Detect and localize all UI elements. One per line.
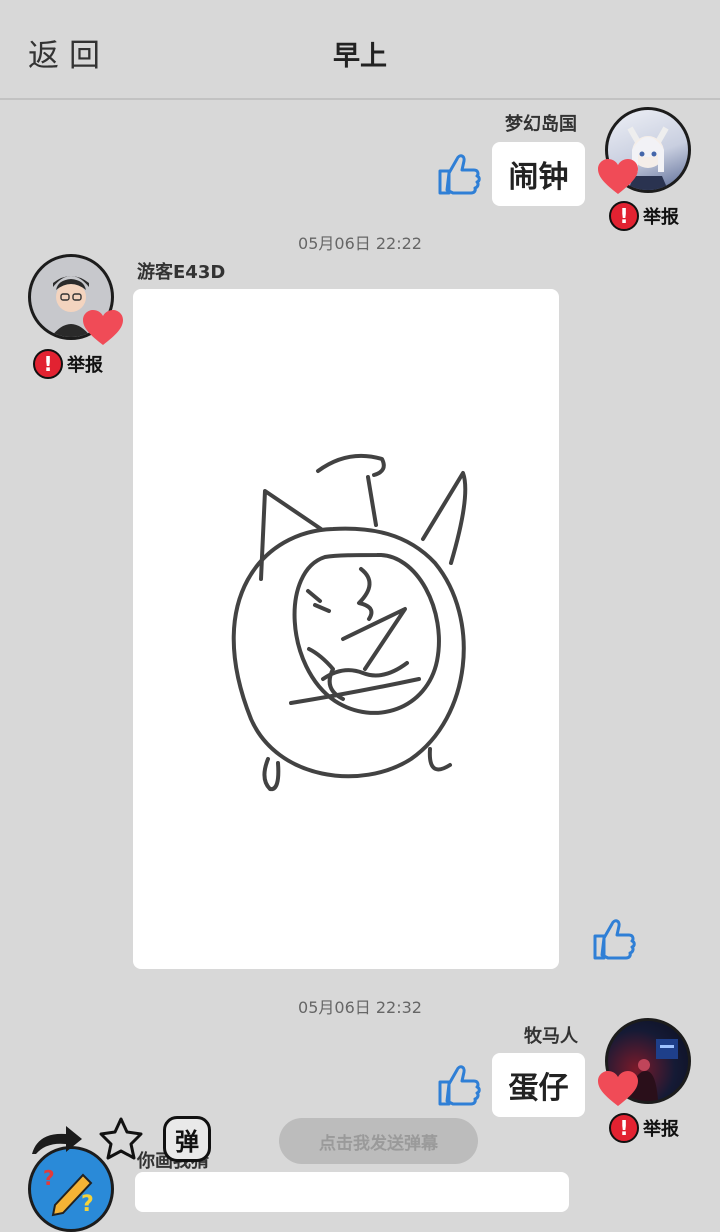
report-button[interactable]: ! 举报: [609, 1113, 679, 1143]
message-bubble: 闹钟: [492, 142, 585, 206]
danmu-icon[interactable]: 弹: [163, 1116, 211, 1162]
thumbs-up-icon[interactable]: [436, 149, 482, 197]
heart-icon[interactable]: [597, 158, 639, 196]
star-icon[interactable]: [98, 1116, 144, 1164]
timestamp: 05月06日 22:32: [298, 998, 422, 1017]
report-icon: !: [609, 1113, 639, 1143]
page-title: 早上: [333, 41, 387, 72]
send-danmu-button[interactable]: 点击我发送弹幕: [279, 1118, 478, 1164]
drawing-image[interactable]: [133, 289, 559, 969]
drawing-image[interactable]: [135, 1172, 569, 1212]
svg-text:?: ?: [81, 1192, 94, 1217]
report-icon: !: [33, 349, 63, 379]
message-bubble: 蛋仔: [492, 1053, 585, 1117]
top-bar: 返回 早上: [0, 0, 720, 100]
report-button[interactable]: ! 举报: [33, 349, 103, 379]
report-icon: !: [609, 201, 639, 231]
timestamp: 05月06日 22:22: [298, 234, 422, 253]
heart-icon[interactable]: [82, 309, 124, 347]
sketch-drawing: [231, 453, 468, 792]
svg-text:?: ?: [43, 1166, 55, 1190]
sender-name: 梦幻岛国: [505, 114, 577, 135]
heart-icon[interactable]: [597, 1070, 639, 1108]
sender-name: 游客E43D: [137, 262, 226, 283]
report-button[interactable]: ! 举报: [609, 201, 679, 231]
share-icon[interactable]: [28, 1122, 84, 1162]
sender-name: 牧马人: [524, 1026, 578, 1047]
thumbs-up-icon[interactable]: [436, 1060, 482, 1108]
thumbs-up-icon[interactable]: [591, 914, 637, 962]
